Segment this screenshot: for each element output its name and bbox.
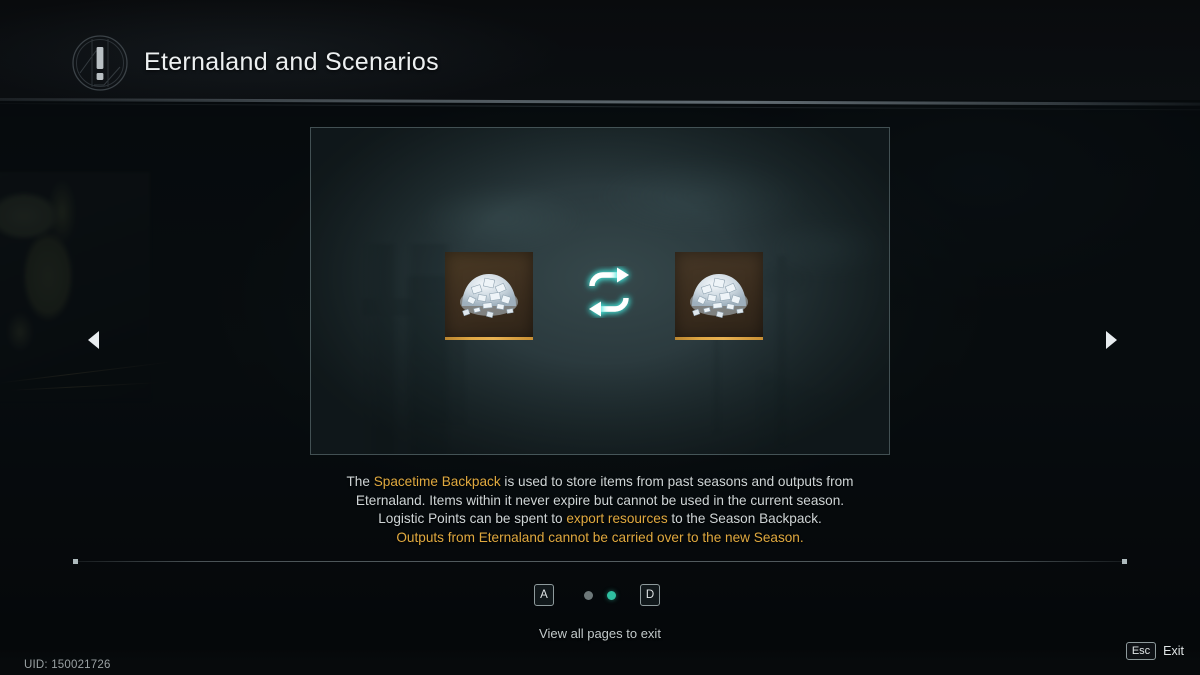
exclamation-circle-icon bbox=[70, 33, 130, 93]
description-line-2: Eternaland. Items within it never expire… bbox=[355, 492, 845, 508]
esc-key[interactable]: Esc bbox=[1125, 642, 1157, 660]
prev-page-key[interactable]: A bbox=[534, 584, 554, 606]
next-page-key[interactable]: D bbox=[640, 584, 660, 606]
description-line-4-warning: Outputs from Eternaland cannot be carrie… bbox=[396, 530, 804, 546]
swap-loop-icon bbox=[579, 266, 639, 318]
divider-cap-right bbox=[1122, 559, 1127, 564]
page-dot-1[interactable] bbox=[584, 591, 593, 600]
header-bar: Eternaland and Scenarios bbox=[0, 0, 1200, 111]
footer-fade bbox=[0, 648, 1200, 675]
chevron-left-icon[interactable] bbox=[80, 325, 110, 355]
item-tile-rarity-border bbox=[445, 337, 533, 340]
item-tile-rarity-border bbox=[675, 337, 763, 340]
content-divider bbox=[73, 559, 1127, 564]
aluminum-ore-icon bbox=[684, 264, 754, 322]
pagination-bar: A D bbox=[0, 584, 1200, 608]
divider-cap-left bbox=[73, 559, 78, 564]
description-line-3-prefix: Logistic Points can be spent to bbox=[378, 511, 567, 527]
page-dot-2[interactable] bbox=[607, 591, 616, 600]
illustration-panel bbox=[310, 127, 890, 455]
chevron-right-icon[interactable] bbox=[1095, 325, 1125, 355]
page-title: Eternaland and Scenarios bbox=[144, 48, 439, 76]
description-text: The Spacetime Backpack is used to store … bbox=[300, 473, 900, 548]
exit-label: Exit bbox=[1163, 644, 1184, 658]
description-line-3: Logistic Points can be spent to export r… bbox=[300, 510, 900, 529]
exit-hint-text: View all pages to exit bbox=[539, 626, 661, 641]
spacetime-backpack-highlight: Spacetime Backpack bbox=[373, 474, 501, 489]
item-tile-source bbox=[445, 252, 533, 340]
exit-control[interactable]: Esc Exit bbox=[1125, 641, 1184, 661]
description-line-1-prefix: The bbox=[346, 474, 374, 489]
description-line-3-suffix: to the Season Backpack. bbox=[667, 511, 822, 527]
export-resources-highlight: export resources bbox=[566, 511, 668, 527]
item-tile-destination bbox=[675, 252, 763, 340]
description-line-1-suffix: is used to store items from past seasons… bbox=[500, 474, 854, 489]
description-line-1: The Spacetime Backpack is used to store … bbox=[300, 473, 900, 492]
uid-label: UID: 150021726 bbox=[24, 659, 111, 671]
aluminum-ore-icon bbox=[454, 264, 524, 322]
